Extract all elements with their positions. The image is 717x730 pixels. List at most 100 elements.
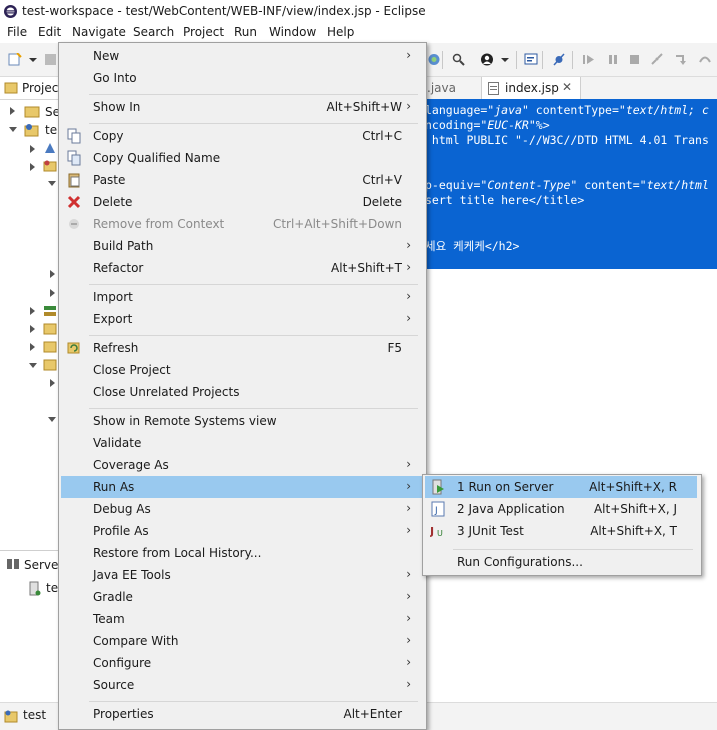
expand-arrow-icon[interactable] <box>30 145 35 153</box>
menu-search[interactable]: Search <box>133 25 174 39</box>
menu-item-import[interactable]: Import › <box>61 286 422 308</box>
menu-item-paste[interactable]: Paste Ctrl+V <box>61 169 422 191</box>
menu-item-compare-with[interactable]: Compare With › <box>61 630 422 652</box>
collapse-arrow-icon[interactable] <box>48 181 56 186</box>
code-line: html PUBLIC "-//W3C//DTD HTML 4.01 Trans <box>425 133 709 147</box>
chevron-right-icon: › <box>406 99 411 113</box>
menu-item-label: Run Configurations... <box>457 555 583 569</box>
menu-item-refresh[interactable]: Refresh F5 <box>61 337 422 359</box>
expand-arrow-icon[interactable] <box>50 289 55 297</box>
menu-item-shortcut: Ctrl+C <box>362 129 402 143</box>
java-application-icon: J <box>431 501 445 517</box>
menu-edit[interactable]: Edit <box>38 25 61 39</box>
globe-icon[interactable] <box>427 53 441 66</box>
menu-item-copy-qualified-name[interactable]: Copy Qualified Name <box>61 147 422 169</box>
java-resources-icon <box>43 160 57 172</box>
menu-item-copy[interactable]: Copy Ctrl+C <box>61 125 422 147</box>
suspend-icon <box>609 55 617 64</box>
menu-item-shortcut: F5 <box>387 341 402 355</box>
menu-item-1-run-on-server[interactable]: 1 Run on Server Alt+Shift+X, R <box>425 476 697 498</box>
chevron-right-icon: › <box>406 289 411 303</box>
menu-item-team[interactable]: Team › <box>61 608 422 630</box>
code-token: " content=" <box>570 178 647 192</box>
menu-item-2-java-application[interactable]: J 2 Java Application Alt+Shift+X, J <box>425 498 697 520</box>
menu-item-export[interactable]: Export › <box>61 308 422 330</box>
menu-item-delete[interactable]: Delete Delete <box>61 191 422 213</box>
menu-project[interactable]: Project <box>183 25 224 39</box>
menu-navigate[interactable]: Navigate <box>72 25 126 39</box>
menu-item-run-as[interactable]: Run As › <box>61 476 422 498</box>
menu-item-coverage-as[interactable]: Coverage As › <box>61 454 422 476</box>
menu-item-label: Close Unrelated Projects <box>93 385 240 399</box>
editor-tab-index-jsp[interactable]: index.jsp ✕ <box>481 77 581 99</box>
collapse-arrow-icon[interactable] <box>48 417 56 422</box>
menu-item-label: 2 Java Application <box>457 502 565 516</box>
chevron-right-icon: › <box>406 677 411 691</box>
menu-item-validate[interactable]: Validate <box>61 432 422 454</box>
code-token: 세요 케케케</h2> <box>425 239 520 253</box>
menu-item-debug-as[interactable]: Debug As › <box>61 498 422 520</box>
menu-run[interactable]: Run <box>234 25 257 39</box>
tree-item-test[interactable]: te <box>45 123 57 137</box>
menu-window[interactable]: Window <box>269 25 316 39</box>
expand-arrow-icon[interactable] <box>30 325 35 333</box>
collapse-arrow-icon[interactable] <box>9 127 17 132</box>
menu-item-label: Coverage As <box>93 458 169 472</box>
menu-item-source[interactable]: Source › <box>61 674 422 696</box>
expand-arrow-icon[interactable] <box>10 107 15 115</box>
expand-arrow-icon[interactable] <box>30 163 35 171</box>
menu-item-show-in[interactable]: Show In Alt+Shift+W › <box>61 96 422 118</box>
menu-item-refactor[interactable]: Refactor Alt+Shift+T › <box>61 257 422 279</box>
user-icon[interactable] <box>480 53 494 66</box>
new-icon[interactable] <box>8 53 22 66</box>
menu-help[interactable]: Help <box>327 25 354 39</box>
explorer-tab[interactable]: Projec <box>0 77 60 100</box>
dropdown-arrow-icon[interactable] <box>498 53 512 66</box>
menu-item-label: Validate <box>93 436 142 450</box>
menu-separator <box>453 549 693 550</box>
menu-item-label: Export <box>93 312 133 326</box>
save-icon[interactable] <box>44 53 58 66</box>
folder-icon <box>43 323 57 335</box>
menu-item-new[interactable]: New › <box>61 45 422 67</box>
chevron-right-icon: › <box>406 260 411 274</box>
menu-item-java-ee-tools[interactable]: Java EE Tools › <box>61 564 422 586</box>
server-icon <box>29 581 41 596</box>
chevron-right-icon: › <box>406 523 411 537</box>
menu-item-configure[interactable]: Configure › <box>61 652 422 674</box>
menu-item-gradle[interactable]: Gradle › <box>61 586 422 608</box>
console-icon[interactable] <box>524 53 538 66</box>
copy-qualified-icon <box>67 150 81 166</box>
code-editor[interactable]: language="java" contentType="text/html; … <box>423 99 717 269</box>
code-token: ncoding=" <box>425 118 488 132</box>
chevron-right-icon: › <box>406 567 411 581</box>
menu-item-close-unrelated-projects[interactable]: Close Unrelated Projects <box>61 381 422 403</box>
dropdown-arrow-icon[interactable] <box>26 53 40 66</box>
menu-item-build-path[interactable]: Build Path › <box>61 235 422 257</box>
expand-arrow-icon[interactable] <box>50 379 55 387</box>
collapse-arrow-icon[interactable] <box>29 363 37 368</box>
menu-item-label: Profile As <box>93 524 149 538</box>
close-icon[interactable]: ✕ <box>562 80 572 94</box>
skip-breakpoints-icon[interactable] <box>552 53 566 66</box>
menu-item-label: Debug As <box>93 502 151 516</box>
menu-item-show-in-remote-systems-view[interactable]: Show in Remote Systems view <box>61 410 422 432</box>
menu-item-properties[interactable]: Properties Alt+Enter <box>61 703 422 725</box>
code-line: language="java" contentType="text/html; … <box>425 103 709 117</box>
expand-arrow-icon[interactable] <box>50 270 55 278</box>
menu-item-run-configurations[interactable]: Run Configurations... <box>425 551 697 573</box>
expand-arrow-icon[interactable] <box>30 343 35 351</box>
remove-context-icon <box>69 219 79 229</box>
menu-item-profile-as[interactable]: Profile As › <box>61 520 422 542</box>
menu-item-label: Team <box>93 612 125 626</box>
menu-item-3-junit-test[interactable]: JU 3 JUnit Test Alt+Shift+X, T <box>425 520 697 542</box>
expand-arrow-icon[interactable] <box>30 307 35 315</box>
server-item-label[interactable]: te <box>46 581 58 595</box>
menu-file[interactable]: File <box>7 25 27 39</box>
search-icon[interactable] <box>452 53 466 66</box>
editor-tab-java[interactable]: .java <box>427 81 456 95</box>
menu-item-close-project[interactable]: Close Project <box>61 359 422 381</box>
menu-item-go-into[interactable]: Go Into <box>61 67 422 89</box>
code-token: p-equiv=" <box>425 178 488 192</box>
menu-item-restore-from-local-history[interactable]: Restore from Local History... <box>61 542 422 564</box>
